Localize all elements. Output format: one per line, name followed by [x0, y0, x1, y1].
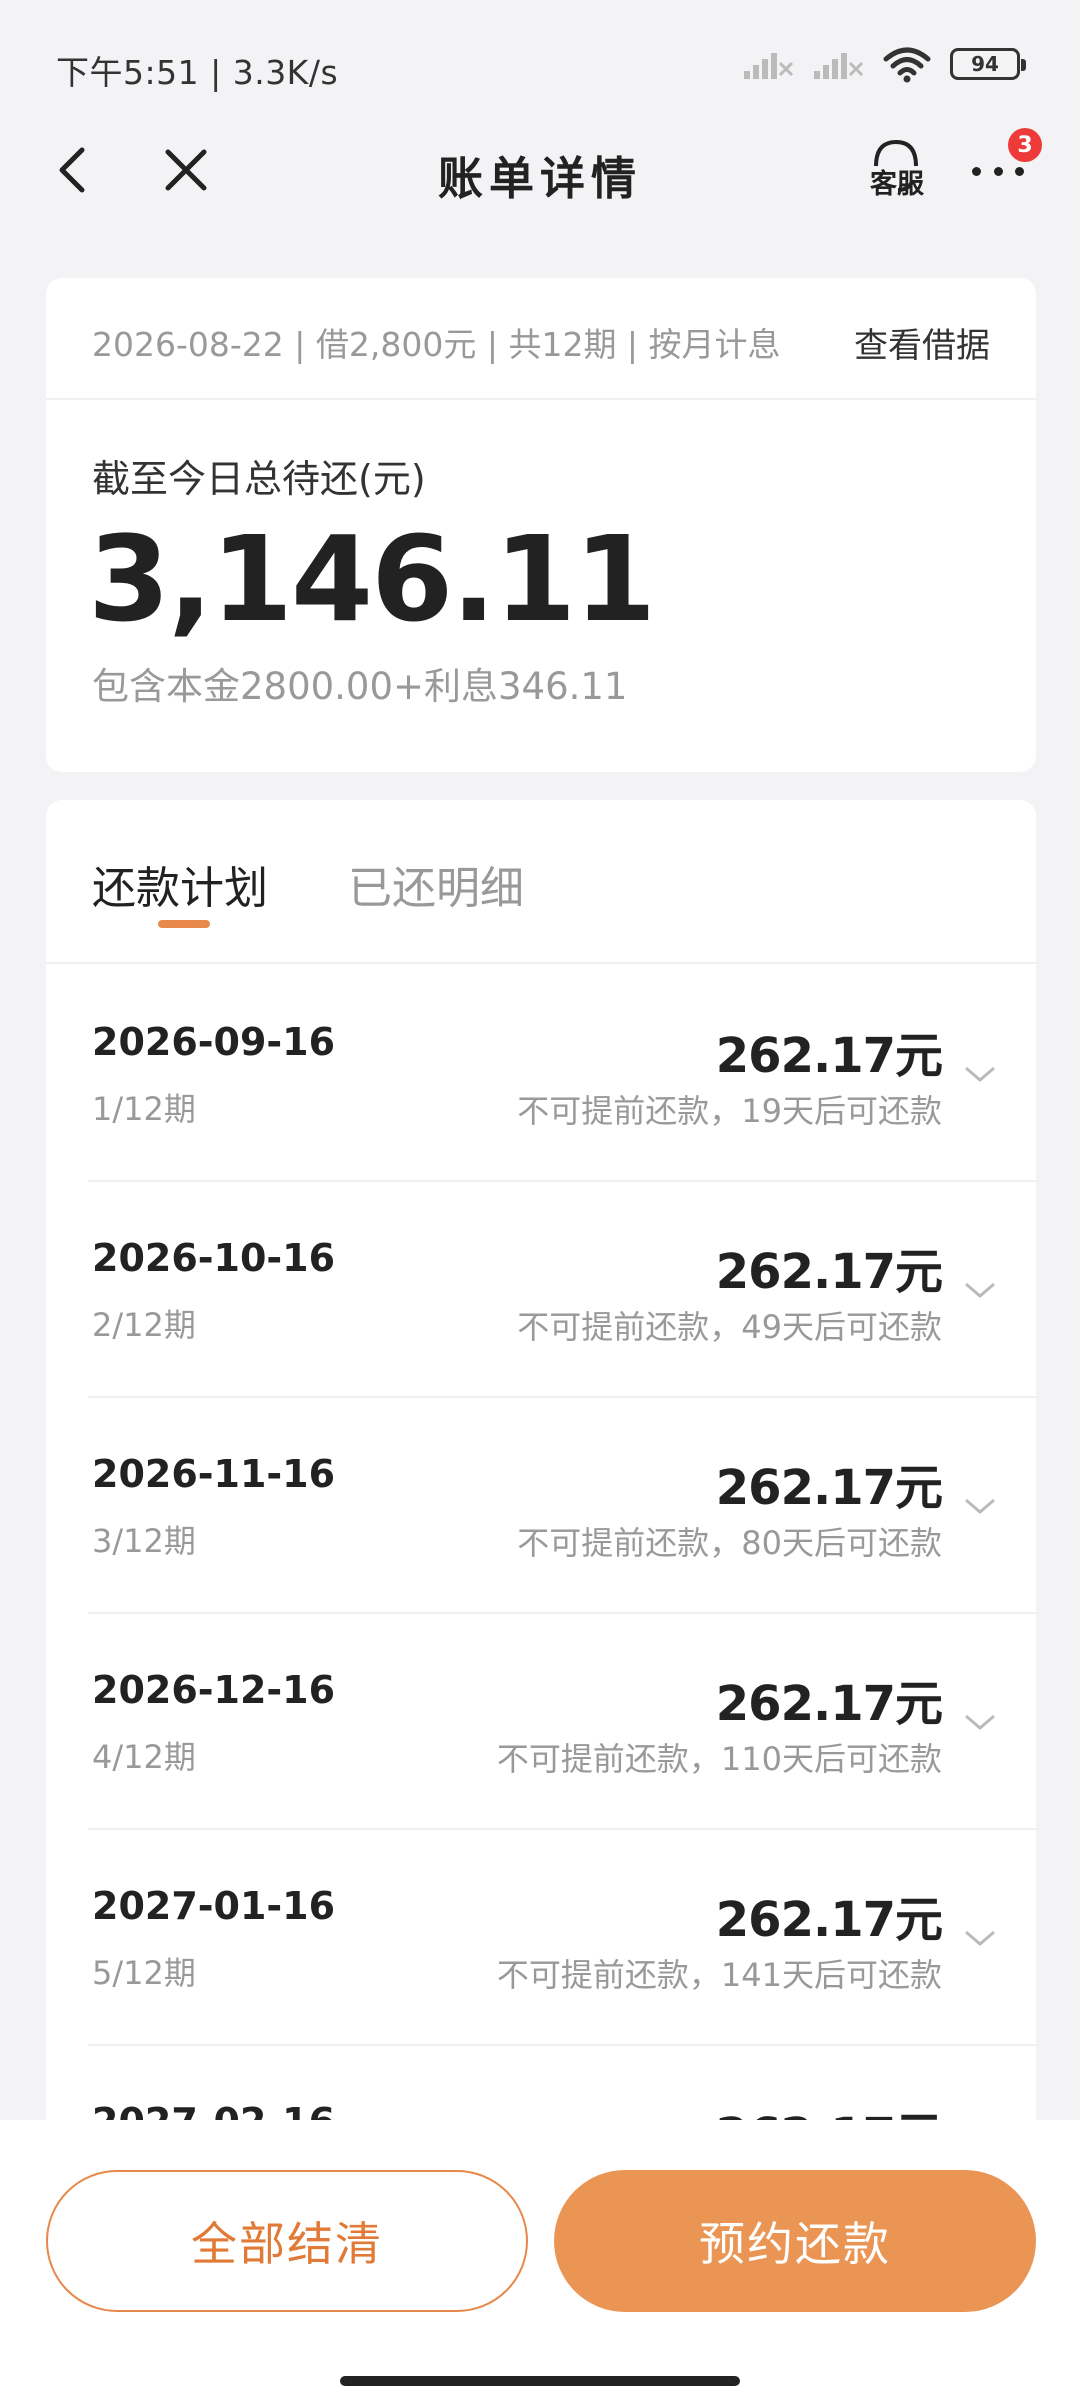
installment-amount: 262.17元: [715, 1676, 943, 1732]
installment-amount: 262.17元: [715, 1244, 943, 1300]
installment-list: 2026-09-16 1/12期 262.17元 不可提前还款，19天后可还款 …: [46, 966, 1036, 2120]
tab-repaid-details[interactable]: 已还明细: [348, 852, 524, 916]
installment-note: 不可提前还款，110天后可还款: [496, 1740, 942, 1778]
installment-row[interactable]: 2027-01-16 5/12期 262.17元 不可提前还款，141天后可还款: [46, 1830, 1036, 2046]
total-breakdown: 包含本金2800.00+利息346.11: [92, 665, 628, 708]
status-bar: 下午5:51 | 3.3K/s 94: [0, 0, 1080, 130]
chevron-down-icon[interactable]: [962, 1926, 998, 1950]
more-dot-icon: [993, 166, 1003, 176]
tab-repayment-plan[interactable]: 还款计划: [92, 852, 268, 916]
installment-note: 不可提前还款，141天后可还款: [496, 1956, 942, 1994]
installment-amount: 262.17元: [715, 1892, 943, 1948]
installment-date: 2026-10-16: [92, 1236, 336, 1280]
divider: [46, 398, 1036, 400]
repayment-plan-card: 还款计划 已还明细 2026-09-16 1/12期 262.17元 不可提前还…: [46, 800, 1036, 2120]
installment-note: 不可提前还款，19天后可还款: [517, 1092, 942, 1130]
loan-info: 2026-08-22 | 借2,800元 | 共12期 | 按月计息: [92, 325, 781, 364]
notification-badge: 3: [1008, 128, 1042, 162]
installment-date: 2027-01-16: [92, 1884, 336, 1928]
active-tab-indicator: [158, 920, 210, 928]
total-due-amount: 3,146.11: [88, 510, 656, 648]
installment-row[interactable]: 2026-09-16 1/12期 262.17元 不可提前还款，19天后可还款: [46, 966, 1036, 1182]
installment-note: 不可提前还款，49天后可还款: [517, 1308, 942, 1346]
chevron-down-icon[interactable]: [962, 1710, 998, 1734]
installment-period: 2/12期: [92, 1306, 196, 1344]
installment-period: 1/12期: [92, 1090, 196, 1128]
signal-icon: [744, 53, 794, 79]
total-due-label: 截至今日总待还(元): [92, 457, 426, 501]
tab-bar: 还款计划 已还明细: [46, 800, 1036, 964]
settle-all-button[interactable]: 全部结清: [46, 2170, 528, 2312]
nav-bar: 账单详情 客服: [0, 120, 1080, 220]
home-indicator[interactable]: [340, 2376, 740, 2386]
installment-row[interactable]: 2026-11-16 3/12期 262.17元 不可提前还款，80天后可还款: [46, 1398, 1036, 1614]
installment-row[interactable]: 2027-02-16 262.17元: [46, 2046, 1036, 2120]
bottom-action-bar: 全部结清 预约还款: [0, 2120, 1080, 2400]
view-contract-link[interactable]: 查看借据: [854, 318, 990, 367]
installment-row[interactable]: 2026-10-16 2/12期 262.17元 不可提前还款，49天后可还款: [46, 1182, 1036, 1398]
installment-note: 不可提前还款，80天后可还款: [517, 1524, 942, 1562]
installment-row[interactable]: 2026-12-16 4/12期 262.17元 不可提前还款，110天后可还款: [46, 1614, 1036, 1830]
installment-period: 4/12期: [92, 1738, 196, 1776]
more-dot-icon: [972, 166, 981, 176]
reserve-repayment-button[interactable]: 预约还款: [554, 2170, 1036, 2312]
summary-card: 2026-08-22 | 借2,800元 | 共12期 | 按月计息 查看借据 …: [46, 278, 1036, 772]
battery-icon: 94: [950, 48, 1026, 80]
chevron-down-icon[interactable]: [962, 1062, 998, 1086]
installment-date: 2026-09-16: [92, 1020, 336, 1064]
status-time: 下午5:51 | 3.3K/s: [56, 53, 339, 92]
signal-icon-2: [814, 53, 864, 79]
installment-amount: 262.17元: [716, 2096, 943, 2120]
customer-service-button[interactable]: 客服: [862, 136, 932, 206]
chevron-down-icon[interactable]: [962, 1278, 998, 1302]
installment-date: 2026-11-16: [92, 1452, 336, 1496]
installment-date: 2027-02-16: [92, 2100, 335, 2120]
wifi-icon: [883, 47, 931, 83]
more-dot-icon: [1015, 166, 1024, 176]
installment-amount: 262.17元: [715, 1028, 943, 1084]
installment-date: 2026-12-16: [92, 1668, 336, 1712]
installment-period: 5/12期: [92, 1954, 196, 1992]
status-icons: 94: [742, 44, 1026, 84]
chevron-down-icon[interactable]: [962, 1494, 998, 1518]
customer-service-label: 客服: [870, 169, 924, 200]
installment-period: 3/12期: [92, 1522, 196, 1560]
installment-amount: 262.17元: [715, 1460, 943, 1516]
